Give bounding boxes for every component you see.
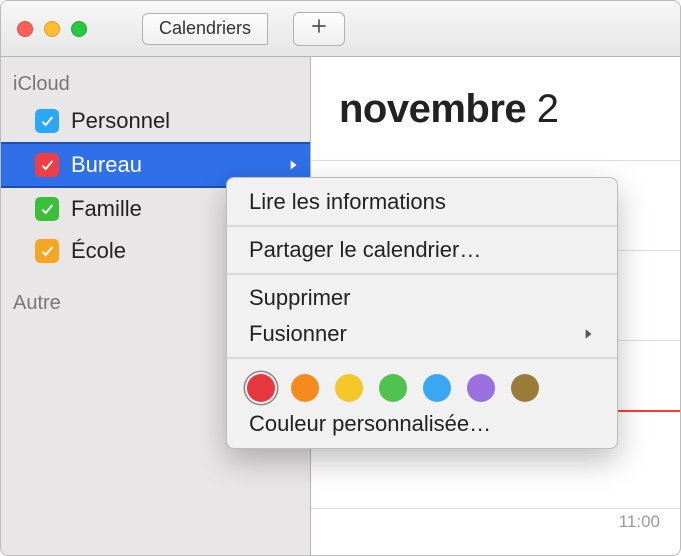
submenu-arrow-icon (581, 321, 595, 347)
calendar-window: Calendriers iCloud Personnel Bureau (0, 0, 681, 556)
sidebar-item-label: Bureau (71, 152, 142, 178)
menu-separator (227, 273, 617, 275)
swatch-purple[interactable] (467, 374, 495, 402)
menu-item-label: Supprimer (249, 285, 350, 311)
swatch-orange[interactable] (291, 374, 319, 402)
month-title: novembre 2 (311, 57, 680, 150)
add-event-button[interactable] (293, 12, 345, 46)
color-swatch-row (227, 364, 617, 406)
menu-item-get-info[interactable]: Lire les informations (227, 184, 617, 220)
toolbar-segment: Calendriers (142, 13, 268, 45)
menu-item-label: Partager le calendrier… (249, 237, 481, 263)
swatch-yellow[interactable] (335, 374, 363, 402)
checkbox-icon[interactable] (35, 239, 59, 263)
menu-item-merge[interactable]: Fusionner (227, 316, 617, 352)
swatch-blue[interactable] (423, 374, 451, 402)
sidebar-item-personnel[interactable]: Personnel (1, 100, 310, 142)
chevron-right-icon (286, 152, 300, 178)
swatch-red[interactable] (247, 374, 275, 402)
checkbox-icon[interactable] (35, 109, 59, 133)
menu-item-label: Couleur personnalisée… (249, 411, 491, 437)
time-label: 11:00 (619, 512, 660, 532)
menu-separator (227, 225, 617, 227)
checkbox-icon[interactable] (35, 197, 59, 221)
zoom-window-button[interactable] (71, 21, 87, 37)
window-controls (1, 21, 87, 37)
menu-item-label: Lire les informations (249, 189, 446, 215)
plus-icon (309, 16, 329, 41)
swatch-green[interactable] (379, 374, 407, 402)
close-window-button[interactable] (17, 21, 33, 37)
menu-item-share-calendar[interactable]: Partager le calendrier… (227, 232, 617, 268)
minimize-window-button[interactable] (44, 21, 60, 37)
checkbox-icon[interactable] (35, 153, 59, 177)
menu-item-delete[interactable]: Supprimer (227, 280, 617, 316)
menu-separator (227, 357, 617, 359)
sidebar-item-label: Famille (71, 196, 142, 222)
swatch-brown[interactable] (511, 374, 539, 402)
sidebar-item-label: Personnel (71, 108, 170, 134)
menu-item-label: Fusionner (249, 321, 347, 347)
calendar-context-menu: Lire les informations Partager le calend… (226, 177, 618, 449)
titlebar: Calendriers (1, 1, 680, 57)
sidebar-group-icloud: iCloud (1, 67, 310, 100)
calendars-toggle-button[interactable]: Calendriers (142, 13, 268, 45)
menu-item-custom-color[interactable]: Couleur personnalisée… (227, 406, 617, 442)
sidebar-item-label: École (71, 238, 126, 264)
